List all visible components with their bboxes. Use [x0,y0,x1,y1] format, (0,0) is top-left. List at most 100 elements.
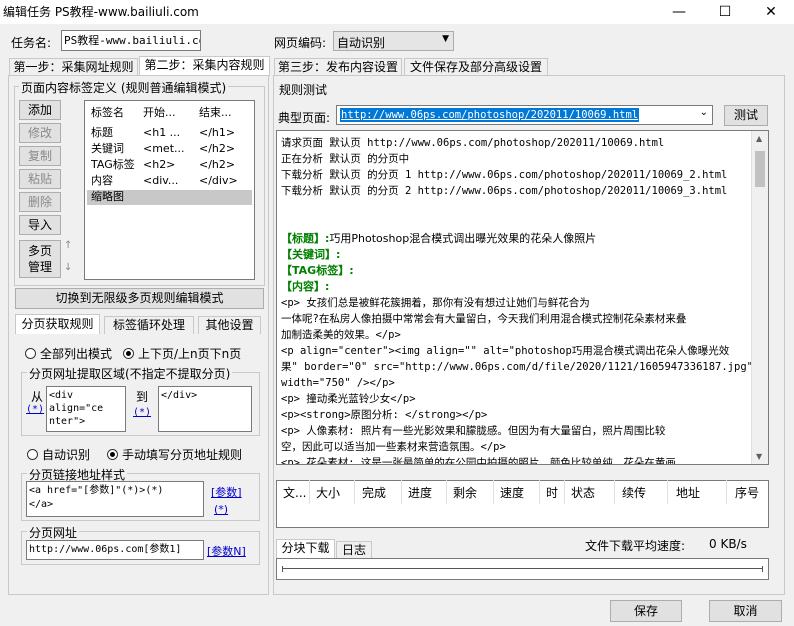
table-row[interactable]: 内容 [91,173,113,189]
content-line: <p> 花朵素材: 这是一张最简单的在公园中拍摄的照片。颜色比较单纯，花朵在黄画 [281,457,676,465]
log-line: 正在分析 默认页 的分页中 [281,153,410,165]
result-scrollbar[interactable]: ▲ ▼ [751,131,768,464]
extract-region-title: 分页网址提取区域(不指定不提取分页) [27,365,233,382]
tag-definition-title: 页面内容标签定义 (规则普通编辑模式) [19,79,229,96]
col-speed[interactable]: 速度 [500,486,524,500]
table-cell: </h1> [199,126,236,139]
cancel-button[interactable]: 取消 [709,600,782,622]
maximize-button[interactable]: ☐ [702,0,748,24]
table-header-name[interactable]: 标签名 [91,105,124,121]
col-divider [493,480,494,504]
switch-mode-button[interactable]: 切换到无限级多页规则编辑模式 [15,288,264,309]
auto-detect-radio[interactable]: 自动识别 [27,446,90,463]
result-tags-label: 【TAG标签】: [281,264,354,277]
param-n-link[interactable]: [参数N] [207,543,246,559]
col-divider [309,480,310,504]
test-result-area[interactable]: 请求页面 默认页 http://www.06ps.com/photoshop/2… [276,130,769,465]
result-title-label: 【标题】: [281,232,330,245]
mode-updown-radio[interactable]: 上下页/上n页下n页 [123,345,241,362]
tab-other-settings[interactable]: 其他设置 [198,316,261,334]
table-row[interactable]: 关键词 [91,141,124,157]
tab-page-rules[interactable]: 分页获取规则 [15,314,100,334]
col-index[interactable]: 序号 [735,486,759,500]
table-cell: <h1 ... [143,126,181,139]
tab-log[interactable]: 日志 [336,541,372,558]
result-content-label: 【内容】: [281,280,330,293]
save-button[interactable]: 保存 [610,600,682,622]
result-title-value: 巧用Photoshop混合模式调出曝光效果的花朵人像照片 [329,232,597,245]
title-bar: 编辑任务 PS教程-www.bailiuli.com — ☐ ✕ [0,0,794,24]
col-divider [539,480,540,504]
col-status[interactable]: 状态 [571,486,595,500]
log-lines: 请求页面 默认页 http://www.06ps.com/photoshop/2… [281,135,751,199]
table-header-start[interactable]: 开始... [143,105,176,121]
col-time[interactable]: 时 [546,486,558,500]
from-textarea[interactable]: <div align="ce nter"> [46,386,126,432]
col-size[interactable]: 大小 [316,486,340,500]
copy-button[interactable]: 复制 [19,146,61,166]
scroll-down-icon[interactable]: ▼ [756,452,762,461]
from-label: 从 [31,390,44,404]
manual-fill-label: 手动填写分页地址规则 [122,448,243,462]
tab-step3[interactable]: 第三步：发布内容设置 [274,58,402,76]
to-wildcard-link[interactable]: (*) [133,407,151,418]
content-line: 果" border="0" src="http://www.06ps.com/d… [281,361,753,373]
typical-url-value: http://www.06ps.com/photoshop/202011/100… [340,108,640,122]
mode-all-radio[interactable]: 全部列出模式 [25,345,112,362]
minimize-button[interactable]: — [656,0,702,24]
content-line: <p align="center"><img align="" alt="pho… [281,345,730,357]
avg-speed-value: 0 KB/s [709,537,747,551]
close-button[interactable]: ✕ [748,0,794,24]
content-line: 加制造柔美的效果。</p> [281,329,401,341]
star-link[interactable]: (*) [214,503,228,516]
tab-step1[interactable]: 第一步：采集网址规则 [9,58,138,76]
col-resume[interactable]: 续传 [622,486,646,500]
col-divider [726,480,727,504]
result-keywords-label: 【关键词】: [281,248,341,261]
table-row[interactable]: TAG标签 [91,157,135,173]
chevron-down-icon: ⌄ [699,107,708,118]
result-title-line: 【标题】:巧用Photoshop混合模式调出曝光效果的花朵人像照片 [281,231,596,247]
to-textarea[interactable]: </div> [158,386,252,432]
table-row[interactable]: 标题 [91,125,113,141]
content-lines: <p> 女孩们总是被鲜花簇拥着，那你有没有想过让她们与鲜花合为 一体呢?在私房人… [281,295,753,465]
encoding-select[interactable]: 自动识别 ▼ [333,31,454,51]
arrow-up-icon[interactable]: ↑ [64,240,72,251]
table-row[interactable]: 缩略图 [91,189,124,205]
from-wildcard-link[interactable]: (*) [26,404,44,415]
delete-button[interactable]: 删除 [19,192,61,212]
tab-block-download[interactable]: 分块下载 [276,539,335,558]
table-header-end[interactable]: 结束... [199,105,232,121]
col-file[interactable]: 文... [283,486,306,500]
tab-tag-loop[interactable]: 标签循环处理 [104,316,194,334]
link-style-textarea[interactable]: <a href="[参数]"(*)>(*) </a> [26,481,204,517]
col-progress[interactable]: 进度 [408,486,432,500]
manual-fill-radio[interactable]: 手动填写分页地址规则 [107,446,242,463]
add-button[interactable]: 添加 [19,100,61,120]
task-name-input[interactable]: PS教程-www.bailiuli.com [61,30,201,51]
arrow-down-icon[interactable]: ↓ [64,262,72,273]
multipage-manage-button[interactable]: 多页 管理 [19,240,61,278]
typical-url-combo[interactable]: http://www.06ps.com/photoshop/202011/100… [336,105,713,125]
edit-button[interactable]: 修改 [19,123,61,143]
test-button[interactable]: 测试 [724,105,768,126]
paste-button[interactable]: 粘贴 [19,169,61,189]
import-button[interactable]: 导入 [19,215,61,235]
avg-speed-label: 文件下载平均速度: [585,539,686,553]
col-done[interactable]: 完成 [362,486,386,500]
tab-advanced[interactable]: 文件保存及部分高级设置 [404,58,548,76]
encoding-label: 网页编码: [274,36,327,50]
tab-step2[interactable]: 第二步：采集内容规则 [139,56,270,76]
block-progress-tick [762,566,763,572]
col-divider [667,480,668,504]
param-link[interactable]: [参数] [211,484,242,500]
block-progress-line [282,568,763,569]
scroll-thumb[interactable] [755,151,765,187]
log-line: 下载分析 默认页 的分页 2 http://www.06ps.com/photo… [281,185,728,197]
page-url-input[interactable]: http://www.06ps.com[参数1] [26,540,204,560]
col-address[interactable]: 地址 [676,486,700,500]
scroll-up-icon[interactable]: ▲ [756,134,762,143]
content-line: <p> 女孩们总是被鲜花簇拥着，那你有没有想过让她们与鲜花合为 [281,297,590,309]
col-remain[interactable]: 剩余 [453,486,477,500]
log-line: 下载分析 默认页 的分页 1 http://www.06ps.com/photo… [281,169,728,181]
